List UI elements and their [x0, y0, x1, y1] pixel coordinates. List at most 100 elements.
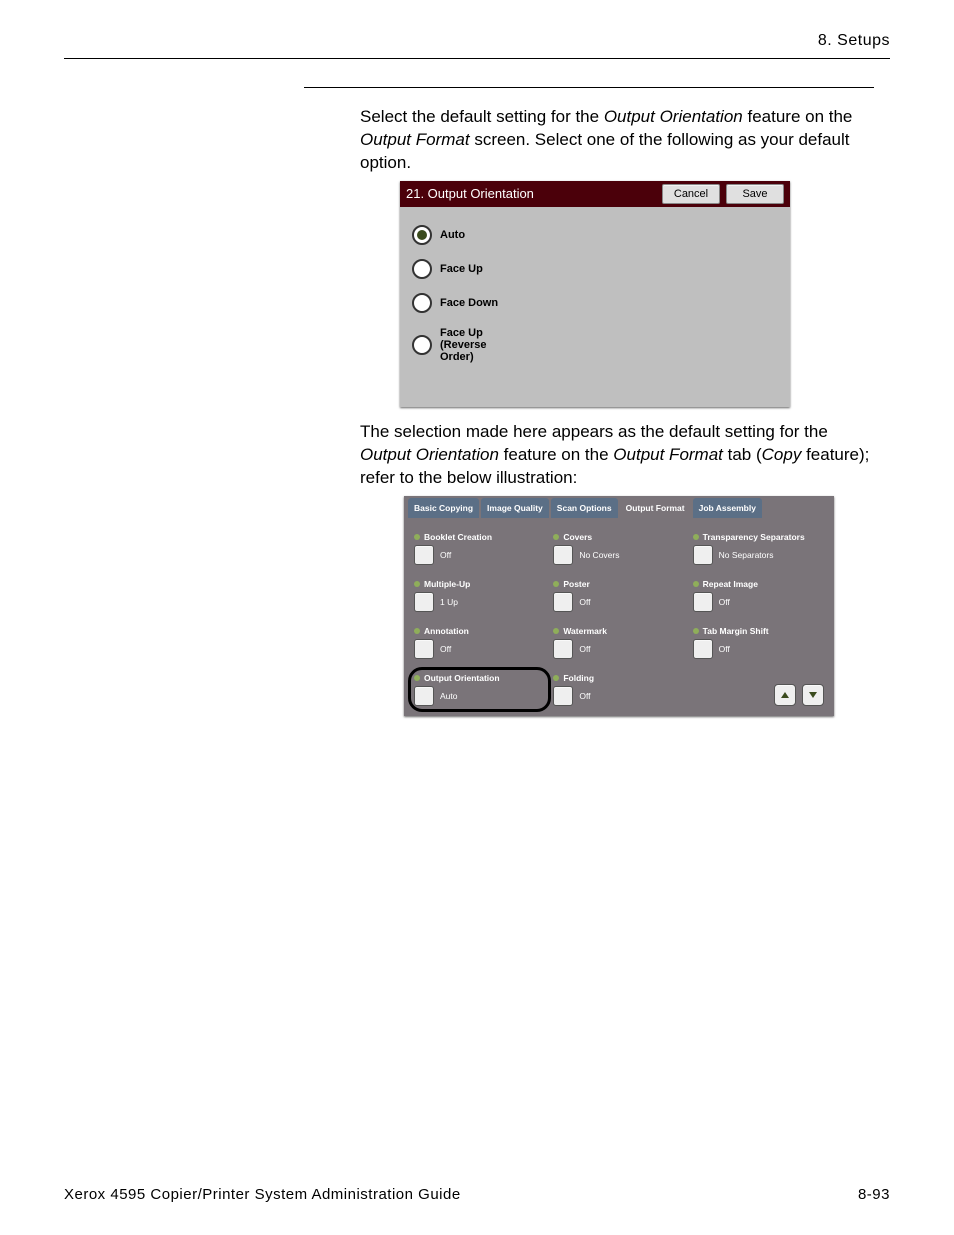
- bullet-icon: [693, 581, 699, 587]
- radio-icon: [412, 293, 432, 313]
- cancel-button[interactable]: Cancel: [662, 184, 720, 204]
- text: Select the default setting for the: [360, 107, 604, 126]
- text: feature on the: [499, 445, 613, 464]
- text: feature on the: [743, 107, 853, 126]
- radio-label: Face Up (Reverse Order): [440, 327, 486, 363]
- feature-multiple-up[interactable]: Multiple-Up 1 Up: [414, 579, 545, 612]
- scroll-down-button[interactable]: [802, 684, 824, 706]
- feature-icon: [553, 639, 573, 659]
- text: tab (: [723, 445, 762, 464]
- feature-label: Tab Margin Shift: [703, 626, 769, 636]
- feature-icon: [553, 686, 573, 706]
- chapter-header: 8. Setups: [64, 32, 890, 58]
- bullet-icon: [693, 628, 699, 634]
- feature-value: Off: [579, 597, 590, 607]
- dialog-body: Auto Face Up Face Down Face Up (Reverse …: [400, 207, 790, 407]
- feature-value: Off: [579, 644, 590, 654]
- emphasis: Copy: [762, 445, 802, 464]
- section-rule: [304, 87, 874, 88]
- feature-label: Annotation: [424, 626, 469, 636]
- screenshot-output-format-tab: Basic Copying Image Quality Scan Options…: [404, 496, 834, 716]
- feature-label: Folding: [563, 673, 594, 683]
- page-number: 8-93: [858, 1186, 890, 1203]
- feature-icon: [693, 639, 713, 659]
- feature-watermark[interactable]: Watermark Off: [553, 626, 684, 659]
- feature-value: Off: [440, 550, 451, 560]
- bullet-icon: [553, 581, 559, 587]
- screenshot-output-orientation-dialog: 21. Output Orientation Cancel Save Auto …: [400, 181, 790, 407]
- tab-panel: Booklet Creation Off Covers No Covers Tr…: [404, 518, 834, 716]
- radio-option-face-up[interactable]: Face Up: [412, 259, 778, 279]
- feature-value: Off: [579, 691, 590, 701]
- feature-transparency-separators[interactable]: Transparency Separators No Separators: [693, 532, 824, 565]
- chevron-up-icon: [780, 690, 790, 700]
- feature-value: Off: [719, 644, 730, 654]
- feature-icon: [414, 545, 434, 565]
- feature-icon: [553, 545, 573, 565]
- header-rule: [64, 58, 890, 59]
- feature-icon: [414, 592, 434, 612]
- feature-label: Covers: [563, 532, 592, 542]
- tab-output-format[interactable]: Output Format: [620, 498, 691, 518]
- bullet-icon: [553, 675, 559, 681]
- feature-label: Output Orientation: [424, 673, 500, 683]
- feature-icon: [693, 545, 713, 565]
- emphasis: Output Format: [613, 445, 723, 464]
- feature-icon: [553, 592, 573, 612]
- bullet-icon: [414, 581, 420, 587]
- feature-value: 1 Up: [440, 597, 458, 607]
- feature-tab-margin-shift[interactable]: Tab Margin Shift Off: [693, 626, 824, 659]
- radio-option-auto[interactable]: Auto: [412, 225, 778, 245]
- radio-icon: [412, 225, 432, 245]
- bullet-icon: [693, 534, 699, 540]
- feature-value: Off: [440, 644, 451, 654]
- feature-value: No Separators: [719, 550, 774, 560]
- bullet-icon: [414, 628, 420, 634]
- emphasis: Output Orientation: [360, 445, 499, 464]
- dialog-title: 21. Output Orientation: [406, 186, 656, 201]
- feature-value: No Covers: [579, 550, 619, 560]
- tab-scan-options[interactable]: Scan Options: [551, 498, 618, 518]
- feature-folding[interactable]: Folding Off: [553, 673, 684, 706]
- radio-label: Face Up: [440, 263, 483, 275]
- page-footer: Xerox 4595 Copier/Printer System Adminis…: [64, 1186, 890, 1203]
- text: The selection made here appears as the d…: [360, 422, 828, 441]
- feature-value: Off: [719, 597, 730, 607]
- dialog-titlebar: 21. Output Orientation Cancel Save: [400, 181, 790, 207]
- feature-repeat-image[interactable]: Repeat Image Off: [693, 579, 824, 612]
- feature-booklet-creation[interactable]: Booklet Creation Off: [414, 532, 545, 565]
- feature-label: Transparency Separators: [703, 532, 805, 542]
- tab-basic-copying[interactable]: Basic Copying: [408, 498, 479, 518]
- emphasis: Output Orientation: [604, 107, 743, 126]
- feature-icon: [414, 639, 434, 659]
- feature-label: Repeat Image: [703, 579, 758, 589]
- tab-job-assembly[interactable]: Job Assembly: [693, 498, 762, 518]
- save-button[interactable]: Save: [726, 184, 784, 204]
- feature-label: Poster: [563, 579, 589, 589]
- paragraph-2: The selection made here appears as the d…: [360, 421, 874, 490]
- feature-value: Auto: [440, 691, 458, 701]
- radio-icon: [412, 259, 432, 279]
- feature-output-orientation[interactable]: Output Orientation Auto: [414, 673, 545, 706]
- radio-icon: [412, 335, 432, 355]
- emphasis: Output Format: [360, 130, 470, 149]
- radio-label: Auto: [440, 229, 465, 241]
- radio-label: Face Down: [440, 297, 498, 309]
- feature-poster[interactable]: Poster Off: [553, 579, 684, 612]
- feature-icon: [414, 686, 434, 706]
- radio-option-face-down[interactable]: Face Down: [412, 293, 778, 313]
- feature-label: Watermark: [563, 626, 607, 636]
- bullet-icon: [553, 628, 559, 634]
- tab-image-quality[interactable]: Image Quality: [481, 498, 549, 518]
- chevron-down-icon: [808, 690, 818, 700]
- feature-covers[interactable]: Covers No Covers: [553, 532, 684, 565]
- tab-bar: Basic Copying Image Quality Scan Options…: [404, 496, 834, 518]
- feature-icon: [693, 592, 713, 612]
- feature-annotation[interactable]: Annotation Off: [414, 626, 545, 659]
- scroll-up-button[interactable]: [774, 684, 796, 706]
- radio-option-face-up-reverse[interactable]: Face Up (Reverse Order): [412, 327, 778, 363]
- paragraph-1: Select the default setting for the Outpu…: [360, 106, 874, 175]
- bullet-icon: [553, 534, 559, 540]
- footer-title: Xerox 4595 Copier/Printer System Adminis…: [64, 1186, 461, 1203]
- feature-label: Booklet Creation: [424, 532, 492, 542]
